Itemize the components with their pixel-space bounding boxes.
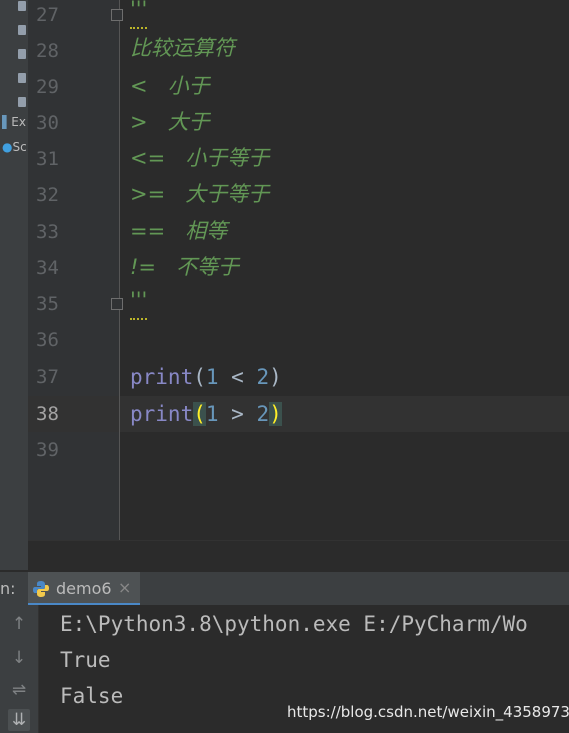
scroll-to-end-icon[interactable]: ⇊ (8, 709, 30, 731)
scratches-item[interactable]: ●Sc (2, 140, 28, 156)
operator: < (218, 365, 257, 389)
docstring-open: ''' (130, 0, 148, 29)
line-number: 30 (36, 112, 59, 134)
docstring-line: > 大于 (130, 110, 210, 134)
number-literal: 2 (256, 365, 270, 389)
line-number: 34 (36, 257, 59, 279)
print-call: print (130, 365, 194, 389)
code-line-38: print(1 > 2) (130, 396, 282, 432)
line-number: 39 (36, 439, 59, 461)
operator: > (218, 402, 257, 426)
line-number: 27 (36, 4, 59, 26)
console-line: False (60, 684, 124, 708)
paren: ) (269, 365, 282, 389)
code-line-37: print(1 < 2) (130, 359, 282, 395)
matched-paren: ) (269, 402, 282, 426)
line-number: 37 (36, 366, 59, 388)
project-tool-strip: ▌Ex ●Sc (0, 0, 29, 570)
arrow-down-icon[interactable]: ↓ (8, 647, 30, 669)
scratches-label: Sc (12, 140, 27, 154)
docstring-line: != 不等于 (130, 255, 240, 279)
soft-wrap-icon[interactable]: ⇌ (8, 679, 30, 701)
file-icon[interactable] (2, 24, 28, 40)
docstring-line: < 小于 (130, 74, 210, 98)
file-icon[interactable] (2, 96, 28, 112)
docstring-close: ''' (130, 282, 148, 320)
paren: ( (193, 365, 206, 389)
line-number: 33 (36, 221, 59, 243)
line-number: 32 (36, 184, 59, 206)
external-libraries-item[interactable]: ▌Ex (2, 115, 28, 131)
close-icon[interactable]: × (118, 578, 131, 597)
line-number: 28 (36, 40, 59, 62)
tab-demo6[interactable]: demo6 × (28, 572, 140, 606)
docstring-line: <= 小于等于 (130, 146, 270, 170)
number-literal: 1 (205, 365, 219, 389)
editor-bottom-area (28, 540, 569, 571)
line-number: 36 (36, 329, 59, 351)
matched-paren: ( (193, 402, 206, 426)
docstring-line: >= 大于等于 (130, 182, 270, 206)
print-call: print (130, 402, 194, 426)
console-line: True (60, 648, 111, 672)
file-icon[interactable] (2, 0, 28, 16)
file-icon[interactable] (2, 72, 28, 88)
line-number: 31 (36, 148, 59, 170)
file-icon[interactable] (2, 48, 28, 64)
line-number: 35 (36, 293, 59, 315)
console-line: E:\Python3.8\python.exe E:/PyCharm/Wo (60, 612, 528, 636)
run-label: n: (0, 579, 16, 598)
python-icon (33, 581, 49, 597)
run-tool-window-header: n: demo6 × (0, 571, 569, 606)
number-literal: 1 (205, 402, 219, 426)
line-number-current: 38 (36, 403, 59, 425)
line-number: 29 (36, 76, 59, 98)
number-literal: 2 (256, 402, 270, 426)
tab-label: demo6 (56, 579, 112, 598)
docstring-line: 比较运算符 (130, 36, 235, 60)
watermark: https://blog.csdn.net/weixin_43589736 (287, 703, 569, 721)
docstring-line: == 相等 (130, 219, 228, 243)
arrow-up-icon[interactable]: ↑ (8, 613, 30, 635)
external-libraries-label: Ex (11, 115, 26, 129)
code-editor[interactable]: ''' 比较运算符 < 小于 > 大于 <= 小于等于 >= 大于等于 == 相… (120, 0, 569, 540)
run-toolbar: ↑ ↓ ⇌ ⇊ (0, 605, 39, 733)
